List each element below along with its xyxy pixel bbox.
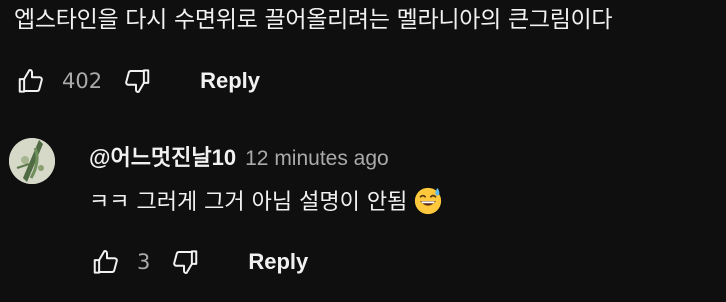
parent-comment-text: 엡스타인을 다시 수면위로 끌어올리려는 멜라니아의 큰그림이다 xyxy=(14,7,613,33)
reply-comment-body: ㅋㅋ 그러게 그거 아님 설명이 안됨 xyxy=(89,184,443,216)
avatar-image xyxy=(9,138,55,184)
thumbs-up-icon xyxy=(18,69,43,93)
comment-text: ㅋㅋ 그러게 그거 아님 설명이 안됨 xyxy=(89,190,408,215)
like-button[interactable] xyxy=(14,64,48,98)
parent-comment-actions: 402 Reply xyxy=(14,61,260,101)
reply-comment-actions: 3 Reply xyxy=(89,242,308,282)
like-count: 3 xyxy=(137,250,151,274)
reply-comment-header: @어느멋진날10 12 minutes ago xyxy=(89,140,389,172)
avatar[interactable] xyxy=(9,138,55,184)
reply-button[interactable]: Reply xyxy=(200,68,260,94)
dislike-button[interactable] xyxy=(120,64,154,98)
thumbs-down-icon xyxy=(125,69,150,93)
dislike-button[interactable] xyxy=(168,245,202,279)
like-button[interactable] xyxy=(89,245,123,279)
thumbs-down-icon xyxy=(173,250,198,274)
like-count: 402 xyxy=(62,69,103,93)
comment-timestamp[interactable]: 12 minutes ago xyxy=(245,147,389,171)
comment-author[interactable]: @어느멋진날10 xyxy=(89,140,236,172)
reply-button[interactable]: Reply xyxy=(248,249,308,275)
thumbs-up-icon xyxy=(93,250,118,274)
grinning-face-with-sweat-icon xyxy=(415,187,442,215)
